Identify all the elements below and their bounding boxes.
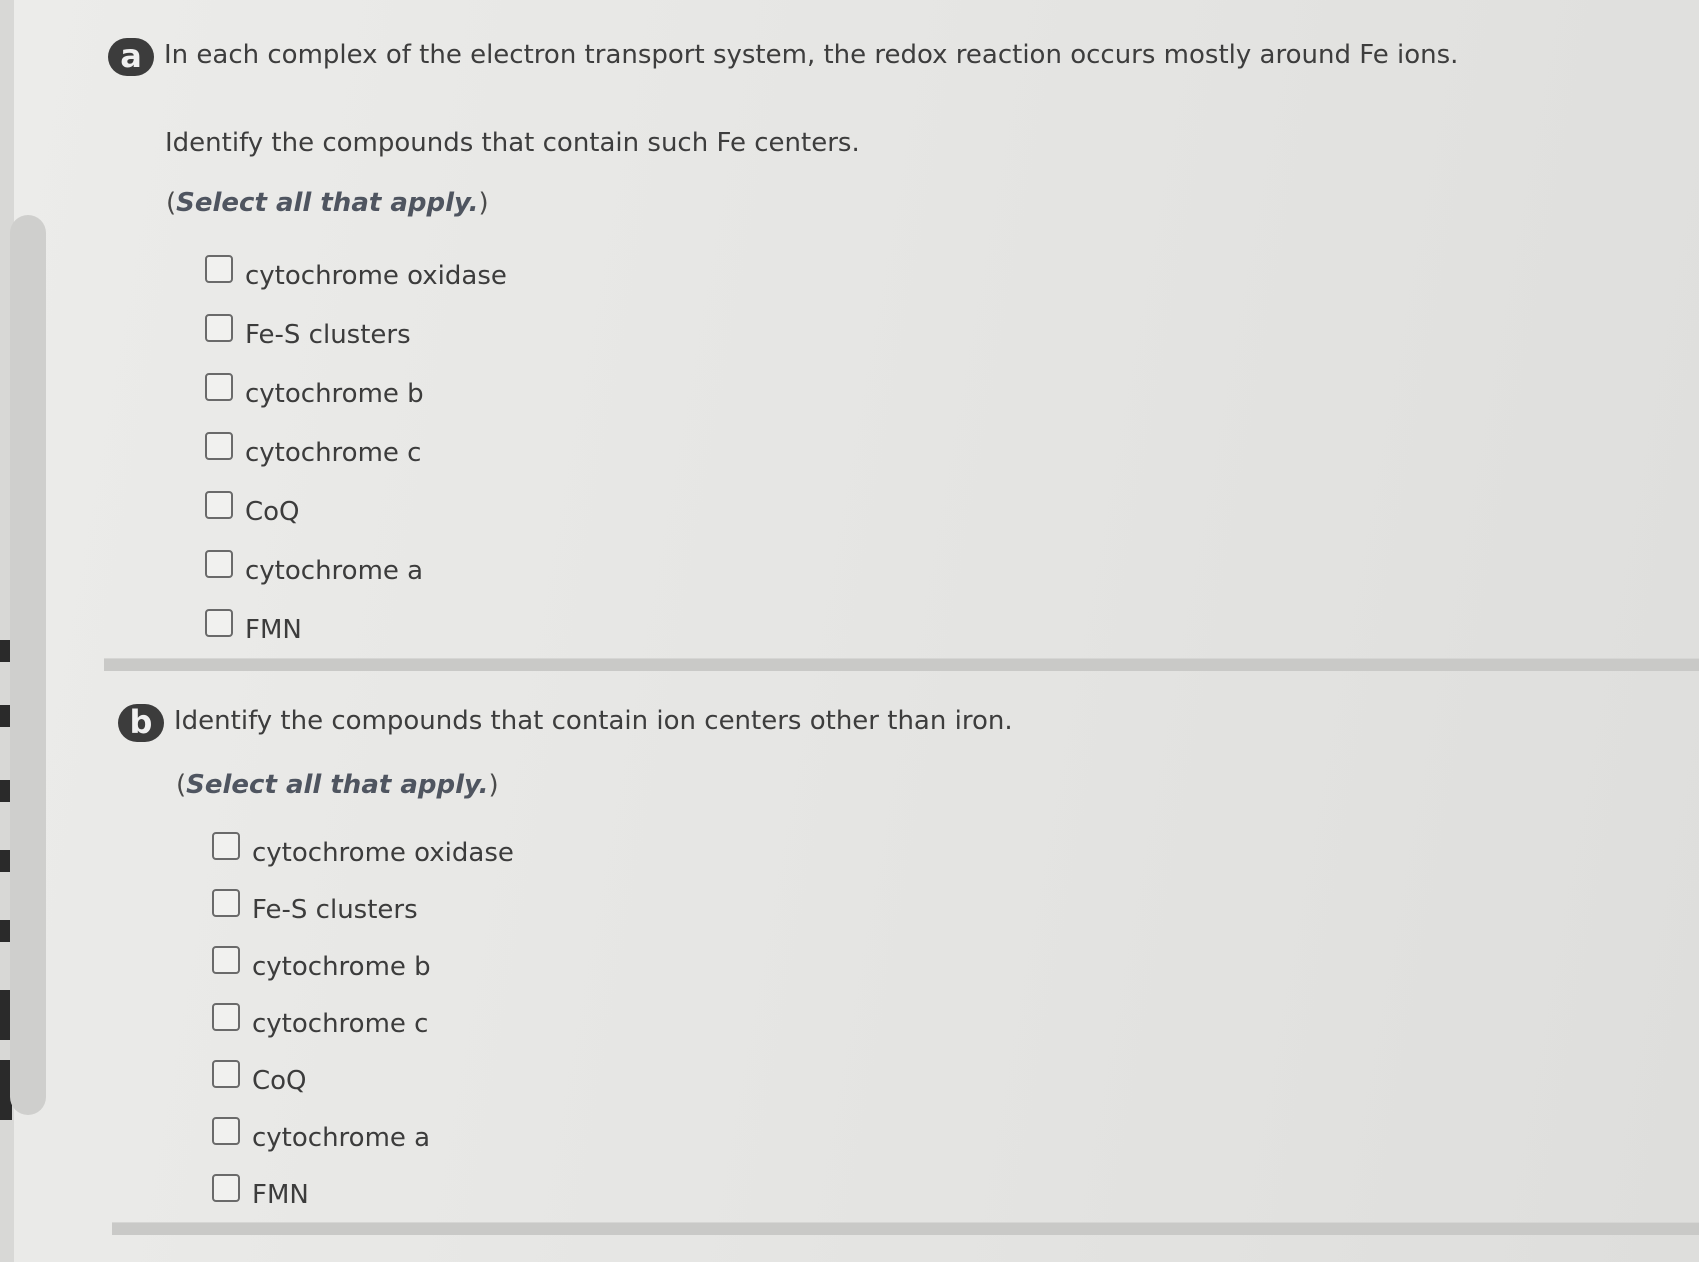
option-label: Fe-S clusters	[245, 319, 411, 350]
instruction-open-paren: (	[166, 188, 177, 218]
option-coq[interactable]: CoQ	[205, 482, 507, 541]
instruction-emphasis: Select all that apply.	[186, 770, 489, 800]
question-a-sub-prompt: Identify the compounds that contain such…	[165, 128, 860, 158]
option-fmn[interactable]: FMN	[212, 1166, 514, 1223]
option-fe-s-clusters[interactable]: Fe-S clusters	[205, 305, 507, 364]
instruction-close-paren: )	[488, 770, 499, 800]
checkbox[interactable]	[212, 831, 240, 860]
option-label: FMN	[252, 1179, 309, 1210]
option-fe-s-clusters[interactable]: Fe-S clusters	[212, 881, 514, 938]
checkbox[interactable]	[212, 1173, 240, 1202]
checkbox[interactable]	[205, 490, 233, 519]
checkbox[interactable]	[212, 1059, 240, 1088]
option-label: cytochrome c	[245, 437, 422, 468]
question-badge-b: b	[118, 704, 164, 742]
checkbox[interactable]	[212, 1116, 240, 1145]
option-cytochrome-a[interactable]: cytochrome a	[212, 1109, 514, 1166]
checkbox[interactable]	[205, 372, 233, 401]
option-cytochrome-a[interactable]: cytochrome a	[205, 541, 507, 600]
question-b-prompt: Identify the compounds that contain ion …	[174, 706, 1013, 736]
option-cytochrome-b[interactable]: cytochrome b	[205, 364, 507, 423]
option-label: cytochrome b	[252, 951, 431, 982]
page: a In each complex of the electron transp…	[0, 0, 1699, 1262]
checkbox[interactable]	[205, 549, 233, 578]
option-cytochrome-c[interactable]: cytochrome c	[212, 995, 514, 1052]
option-label: cytochrome a	[245, 555, 424, 586]
option-label: CoQ	[245, 496, 300, 527]
question-badge-a: a	[108, 38, 154, 76]
checkbox[interactable]	[205, 608, 233, 637]
option-label: cytochrome a	[252, 1122, 431, 1153]
checkbox[interactable]	[212, 888, 240, 917]
question-a-options: cytochrome oxidase Fe-S clusters cytochr…	[205, 246, 507, 659]
option-label: cytochrome c	[252, 1008, 429, 1039]
option-coq[interactable]: CoQ	[212, 1052, 514, 1109]
checkbox[interactable]	[212, 1002, 240, 1031]
option-cytochrome-oxidase[interactable]: cytochrome oxidase	[205, 246, 507, 305]
section-divider	[112, 1222, 1699, 1235]
option-fmn[interactable]: FMN	[205, 600, 507, 659]
section-divider	[104, 658, 1699, 671]
instruction-close-paren: )	[478, 188, 489, 218]
option-cytochrome-b[interactable]: cytochrome b	[212, 938, 514, 995]
option-cytochrome-oxidase[interactable]: cytochrome oxidase	[212, 824, 514, 881]
checkbox[interactable]	[205, 431, 233, 460]
checkbox[interactable]	[212, 945, 240, 974]
option-cytochrome-c[interactable]: cytochrome c	[205, 423, 507, 482]
checkbox[interactable]	[205, 254, 233, 283]
question-b-instruction: (Select all that apply.)	[176, 770, 499, 800]
scrollbar[interactable]	[10, 215, 46, 1115]
question-a-prompt: In each complex of the electron transpor…	[164, 40, 1459, 70]
option-label: FMN	[245, 614, 302, 645]
instruction-emphasis: Select all that apply.	[176, 188, 479, 218]
option-label: cytochrome oxidase	[245, 260, 507, 291]
option-label: cytochrome b	[245, 378, 424, 409]
option-label: Fe-S clusters	[252, 894, 418, 925]
instruction-open-paren: (	[176, 770, 187, 800]
question-a-instruction: (Select all that apply.)	[166, 188, 489, 218]
checkbox[interactable]	[205, 313, 233, 342]
option-label: cytochrome oxidase	[252, 837, 514, 868]
option-label: CoQ	[252, 1065, 307, 1096]
question-b-options: cytochrome oxidase Fe-S clusters cytochr…	[212, 824, 514, 1223]
